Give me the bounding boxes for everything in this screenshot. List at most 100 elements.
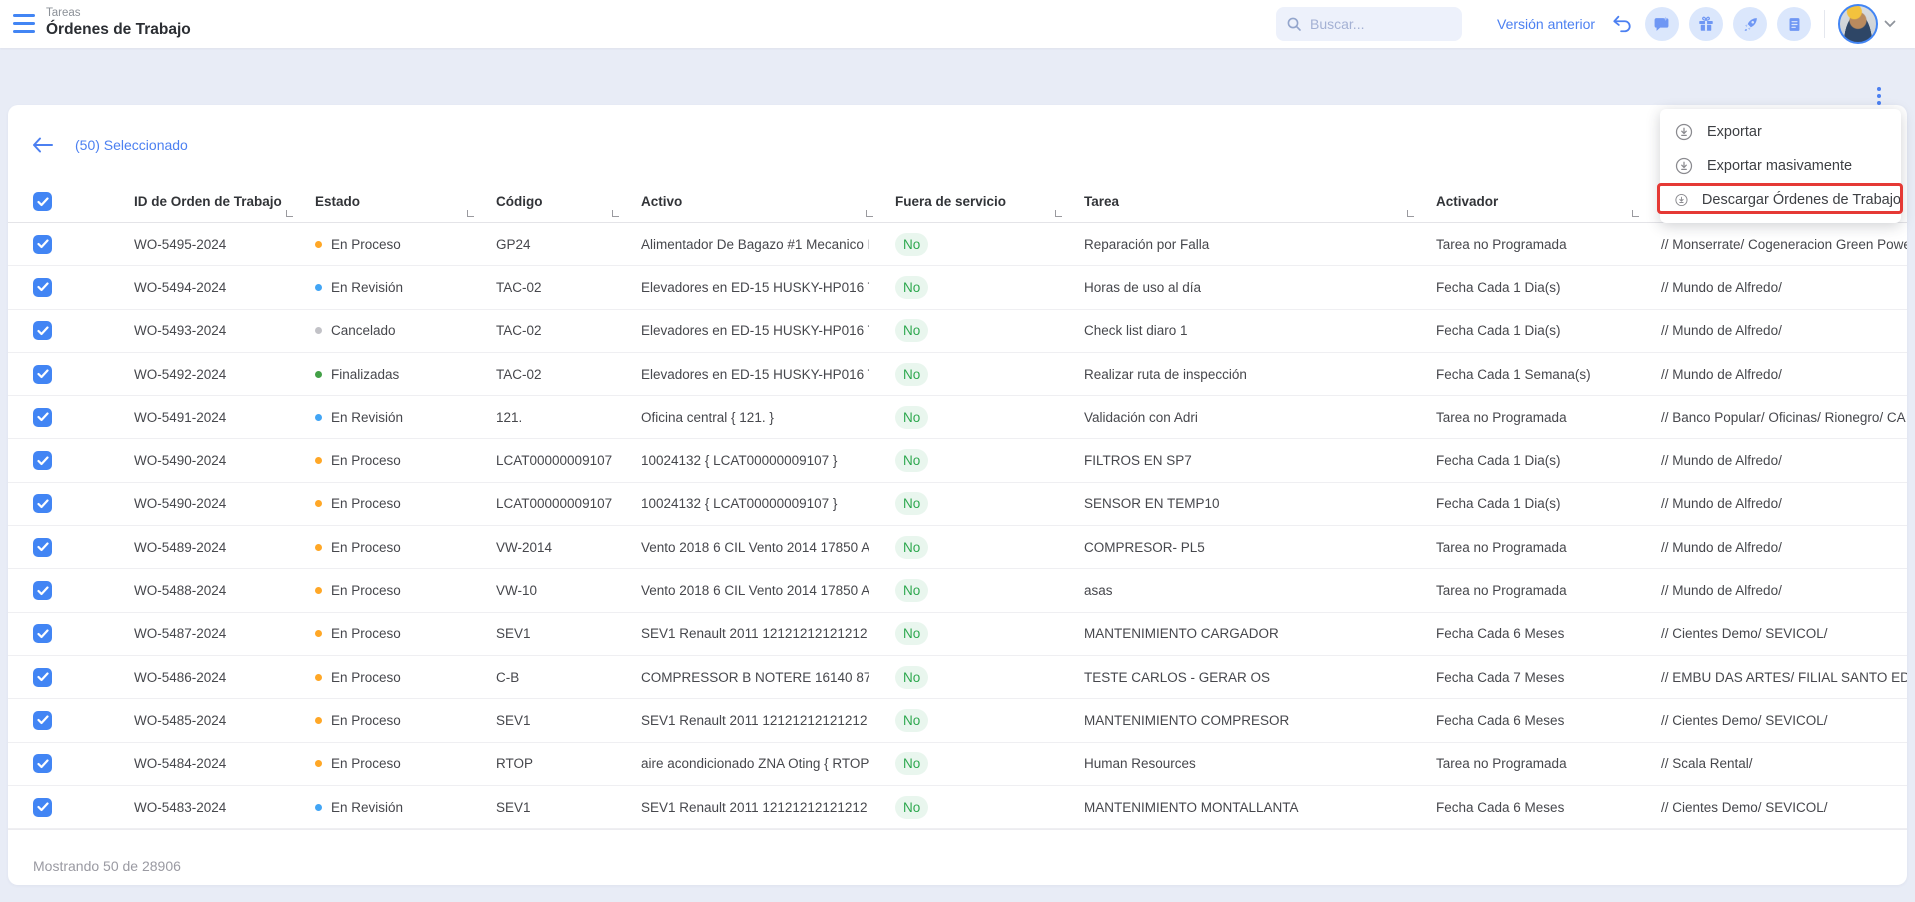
table-row[interactable]: WO-5489-2024En ProcesoVW-2014Vento 2018 … — [8, 526, 1907, 569]
cell-asset: Vento 2018 6 CIL Vento 2014 17850 Andare… — [615, 540, 869, 555]
avatar[interactable] — [1838, 4, 1878, 44]
cell-task: TESTE CARLOS - GERAR OS — [1058, 670, 1410, 685]
cell-asset: SEV1 Renault 2011 12121212121212 { SEV..… — [615, 800, 869, 815]
table-row[interactable]: WO-5491-2024En Revisión121.Oficina centr… — [8, 396, 1907, 439]
table-row[interactable]: WO-5493-2024CanceladoTAC-02Elevadores en… — [8, 310, 1907, 353]
menu-item-exportar-masivamente[interactable]: Exportar masivamente — [1660, 149, 1901, 183]
cell-work-order-id: WO-5494-2024 — [108, 280, 289, 295]
feedback-button[interactable] — [1645, 7, 1679, 41]
table-row[interactable]: WO-5495-2024En ProcesoGP24Alimentador De… — [8, 223, 1907, 266]
status-dot — [315, 457, 322, 464]
column-header[interactable]: Estado — [289, 167, 470, 222]
cell-trigger: Fecha Cada 1 Dia(s) — [1410, 496, 1635, 511]
out-of-service-badge: No — [895, 233, 928, 256]
status-dot — [315, 327, 322, 334]
cell-task: MANTENIMIENTO COMPRESOR — [1058, 713, 1410, 728]
menu-toggle-button[interactable] — [13, 14, 35, 33]
undo-icon[interactable] — [1611, 0, 1633, 48]
back-button[interactable] — [32, 137, 53, 153]
select-all-checkbox[interactable] — [33, 192, 52, 211]
row-checkbox[interactable] — [33, 278, 52, 297]
selected-count[interactable]: (50) Seleccionado — [75, 137, 188, 153]
status-dot — [315, 760, 322, 767]
cell-status: Cancelado — [289, 323, 470, 338]
check-icon — [37, 629, 49, 639]
menu-item-exportar[interactable]: Exportar — [1660, 115, 1901, 149]
table-row[interactable]: WO-5486-2024En ProcesoC-BCOMPRESSOR B NO… — [8, 656, 1907, 699]
title-block: Tareas Órdenes de Trabajo — [46, 6, 191, 40]
previous-version-link[interactable]: Versión anterior — [1497, 0, 1595, 48]
row-checkbox[interactable] — [33, 668, 52, 687]
context-menu: Exportar Exportar masivamente Descargar … — [1660, 109, 1901, 223]
row-checkbox[interactable] — [33, 581, 52, 600]
menu-item-descargar-ordenes[interactable]: Descargar Órdenes de Trabajo — [1660, 183, 1901, 217]
row-checkbox[interactable] — [33, 451, 52, 470]
cell-trigger: Fecha Cada 1 Dia(s) — [1410, 280, 1635, 295]
cell-task: SENSOR EN TEMP10 — [1058, 496, 1410, 511]
search-box[interactable] — [1276, 7, 1462, 41]
status-dot — [315, 804, 322, 811]
column-header[interactable]: Activo — [615, 167, 869, 222]
status-dot — [315, 414, 322, 421]
table-row[interactable]: WO-5490-2024En ProcesoLCAT00000009107100… — [8, 439, 1907, 482]
row-checkbox[interactable] — [33, 798, 52, 817]
divider — [1824, 10, 1825, 38]
column-header[interactable]: ID de Orden de Trabajo — [108, 167, 289, 222]
cell-status: Finalizadas — [289, 367, 470, 382]
table-row[interactable]: WO-5494-2024En RevisiónTAC-02Elevadores … — [8, 266, 1907, 309]
search-icon — [1286, 16, 1302, 32]
cell-task: Reparación por Falla — [1058, 237, 1410, 252]
cell-trigger: Fecha Cada 1 Dia(s) — [1410, 323, 1635, 338]
search-input[interactable] — [1310, 16, 1450, 32]
table-row[interactable]: WO-5484-2024En ProcesoRTOPaire acondicio… — [8, 743, 1907, 786]
check-icon — [37, 672, 49, 682]
cell-work-order-id: WO-5490-2024 — [108, 453, 289, 468]
row-checkbox[interactable] — [33, 494, 52, 513]
status-dot — [315, 241, 322, 248]
row-checkbox[interactable] — [33, 624, 52, 643]
cell-location: // Mundo de Alfredo/ — [1635, 367, 1907, 382]
more-options-button[interactable] — [1872, 87, 1886, 105]
column-header[interactable]: Fuera de servicio — [869, 167, 1058, 222]
table-row[interactable]: WO-5487-2024En ProcesoSEV1SEV1 Renault 2… — [8, 613, 1907, 656]
check-icon — [37, 586, 49, 596]
table-row[interactable]: WO-5485-2024En ProcesoSEV1SEV1 Renault 2… — [8, 699, 1907, 742]
chevron-down-icon[interactable] — [1884, 0, 1896, 48]
cell-work-order-id: WO-5490-2024 — [108, 496, 289, 511]
out-of-service-badge: No — [895, 622, 928, 645]
row-checkbox[interactable] — [33, 365, 52, 384]
cell-trigger: Fecha Cada 6 Meses — [1410, 800, 1635, 815]
status-dot — [315, 717, 322, 724]
cell-task: Realizar ruta de inspección — [1058, 367, 1410, 382]
row-checkbox[interactable] — [33, 711, 52, 730]
check-icon — [37, 456, 49, 466]
arrow-left-icon — [32, 137, 53, 153]
getting-started-button[interactable] — [1733, 7, 1767, 41]
column-header[interactable]: Código — [470, 167, 615, 222]
row-checkbox[interactable] — [33, 754, 52, 773]
table-row[interactable]: WO-5492-2024FinalizadasTAC-02Elevadores … — [8, 353, 1907, 396]
selection-bar: (50) Seleccionado — [8, 105, 1907, 167]
docs-button[interactable] — [1777, 7, 1811, 41]
download-icon — [1674, 190, 1689, 210]
table-row[interactable]: WO-5490-2024En ProcesoLCAT00000009107100… — [8, 483, 1907, 526]
cell-location: // Mundo de Alfredo/ — [1635, 583, 1907, 598]
cell-location: // Cientes Demo/ SEVICOL/ — [1635, 800, 1907, 815]
cell-task: Horas de uso al día — [1058, 280, 1410, 295]
cell-status: En Proceso — [289, 453, 470, 468]
column-header[interactable]: Activador — [1410, 167, 1635, 222]
row-checkbox[interactable] — [33, 538, 52, 557]
out-of-service-badge: No — [895, 406, 928, 429]
column-header[interactable]: Tarea — [1058, 167, 1410, 222]
cell-status: En Proceso — [289, 670, 470, 685]
row-checkbox[interactable] — [33, 235, 52, 254]
cell-work-order-id: WO-5484-2024 — [108, 756, 289, 771]
row-checkbox[interactable] — [33, 408, 52, 427]
cell-work-order-id: WO-5488-2024 — [108, 583, 289, 598]
table-row[interactable]: WO-5483-2024En RevisiónSEV1SEV1 Renault … — [8, 786, 1907, 829]
app-window: Tareas Órdenes de Trabajo Versión anteri… — [0, 0, 1915, 902]
table-row[interactable]: WO-5488-2024En ProcesoVW-10Vento 2018 6 … — [8, 569, 1907, 612]
row-checkbox[interactable] — [33, 321, 52, 340]
whats-new-button[interactable] — [1689, 7, 1723, 41]
cell-status: En Proceso — [289, 756, 470, 771]
